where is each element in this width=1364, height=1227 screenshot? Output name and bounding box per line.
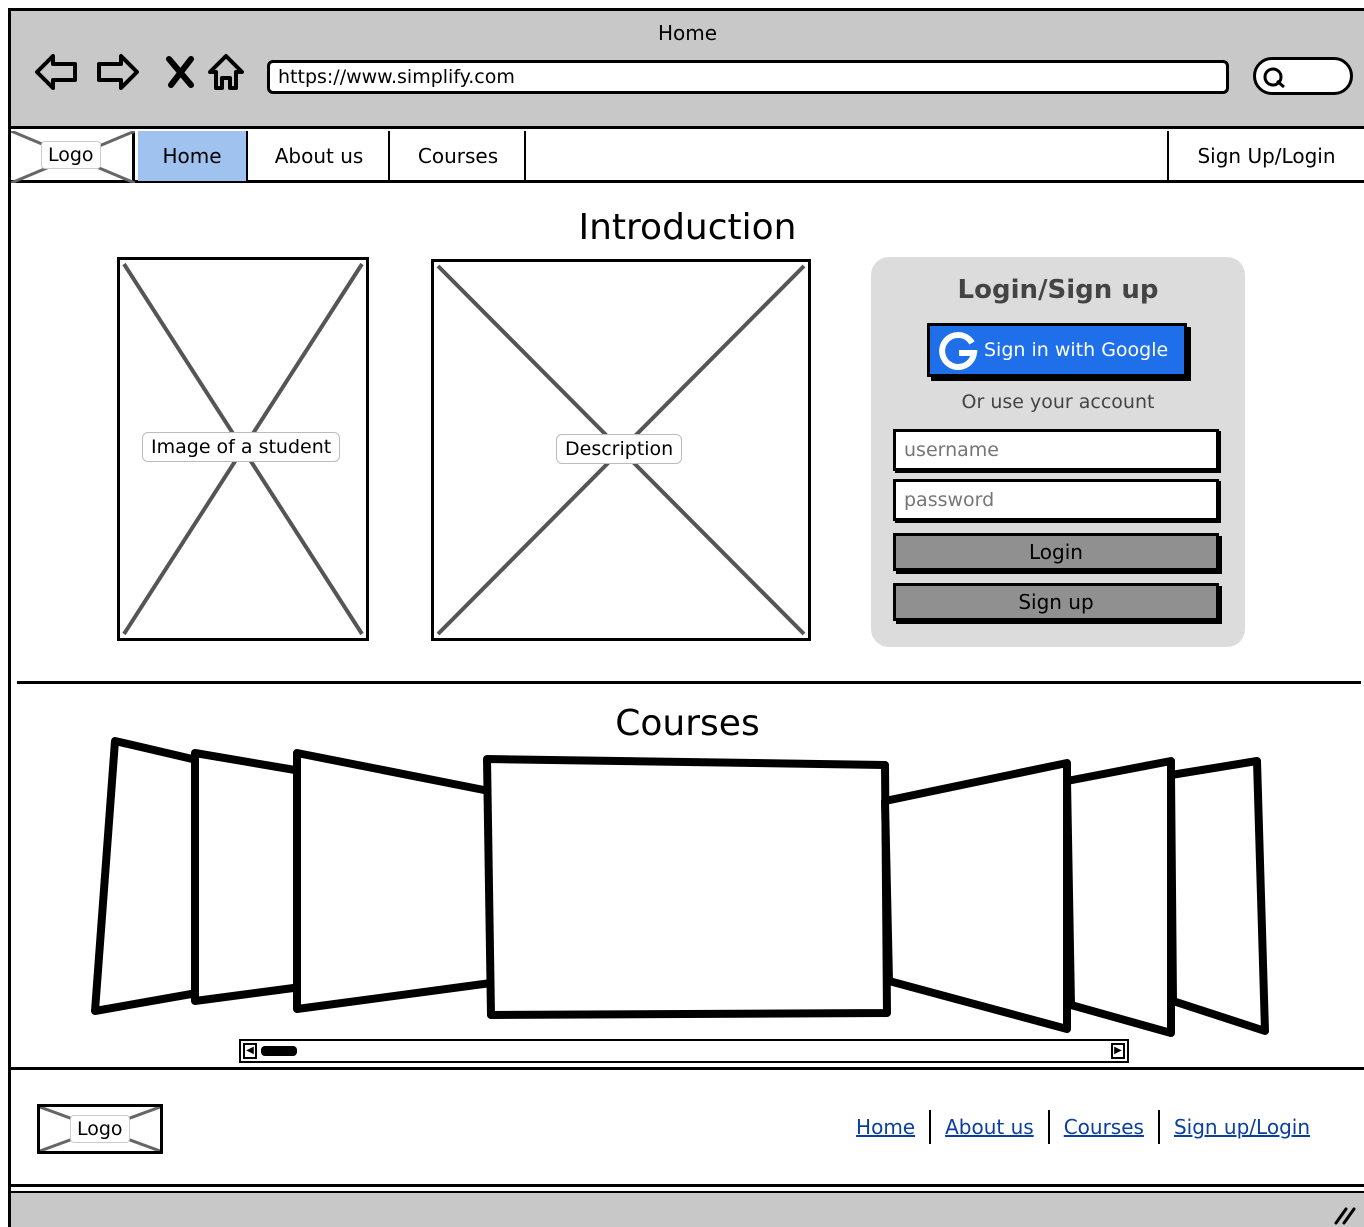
footer: Logo Home About us Courses Sign up/Login [11, 1067, 1364, 1187]
image-label: Image of a student [142, 432, 341, 462]
nav-logo[interactable]: Logo [11, 131, 135, 183]
course-card-far-right [1167, 757, 1269, 1035]
resize-grip-icon[interactable] [1332, 1201, 1356, 1225]
google-icon [939, 331, 978, 370]
footer-link-courses[interactable]: Courses [1050, 1115, 1158, 1139]
forward-arrow-icon[interactable] [95, 49, 141, 95]
url-bar[interactable]: https://www.simplify.com [267, 60, 1229, 94]
course-card-center [483, 755, 891, 1019]
description-label: Description [556, 434, 683, 464]
scroll-left-icon[interactable]: ◀ [243, 1043, 257, 1059]
username-field[interactable] [893, 429, 1219, 471]
scroll-thumb[interactable] [261, 1046, 297, 1056]
student-image-placeholder: Image of a student [117, 257, 369, 641]
nav-courses[interactable]: Courses [392, 131, 526, 181]
home-icon[interactable] [203, 49, 249, 95]
carousel-scrollbar[interactable]: ◀ ▶ [239, 1039, 1129, 1063]
footer-links: Home About us Courses Sign up/Login [842, 1110, 1324, 1144]
scroll-right-icon[interactable]: ▶ [1111, 1043, 1125, 1059]
signup-button[interactable]: Sign up [893, 583, 1219, 621]
window-title: Home [657, 21, 718, 45]
intro-title: Introduction [578, 207, 797, 248]
login-panel: Login/Sign up Sign in with Google Or use… [871, 257, 1245, 647]
courses-carousel[interactable] [11, 731, 1364, 1051]
footer-logo-label: Logo [70, 1115, 130, 1143]
google-signin-button[interactable]: Sign in with Google [927, 323, 1187, 377]
course-card-right-1 [881, 759, 1071, 1033]
footer-link-about-us[interactable]: About us [931, 1115, 1048, 1139]
browser-toolbar: Home https://www.simplify.com [11, 11, 1364, 129]
password-field[interactable] [893, 479, 1219, 521]
course-card-left-1 [293, 749, 495, 1013]
logo-label: Logo [41, 141, 101, 169]
footer-link-home[interactable]: Home [842, 1115, 929, 1139]
nav-about-us[interactable]: About us [250, 131, 390, 181]
status-bar [11, 1191, 1364, 1227]
course-card-right-2 [1063, 757, 1175, 1037]
browser-window: Home https://www.simplify.com Logo Home … [8, 8, 1364, 1227]
footer-logo[interactable]: Logo [37, 1104, 163, 1154]
close-icon[interactable] [157, 49, 203, 95]
nav-home[interactable]: Home [138, 131, 248, 181]
navbar: Logo Home About us Courses Sign Up/Login [11, 131, 1364, 183]
login-title: Login/Sign up [957, 275, 1159, 305]
login-button[interactable]: Login [893, 533, 1219, 571]
course-card-far-left [91, 737, 205, 1015]
nav-signup-login[interactable]: Sign Up/Login [1167, 131, 1364, 181]
back-arrow-icon[interactable] [33, 49, 79, 95]
section-divider [17, 681, 1361, 684]
course-card-left-2 [191, 749, 305, 1005]
search-field[interactable] [1253, 57, 1353, 95]
or-text: Or use your account [961, 391, 1155, 413]
footer-link-signup-login[interactable]: Sign up/Login [1160, 1115, 1324, 1139]
google-button-label: Sign in with Google [984, 339, 1169, 361]
description-placeholder: Description [431, 259, 811, 641]
search-icon [1263, 67, 1285, 89]
